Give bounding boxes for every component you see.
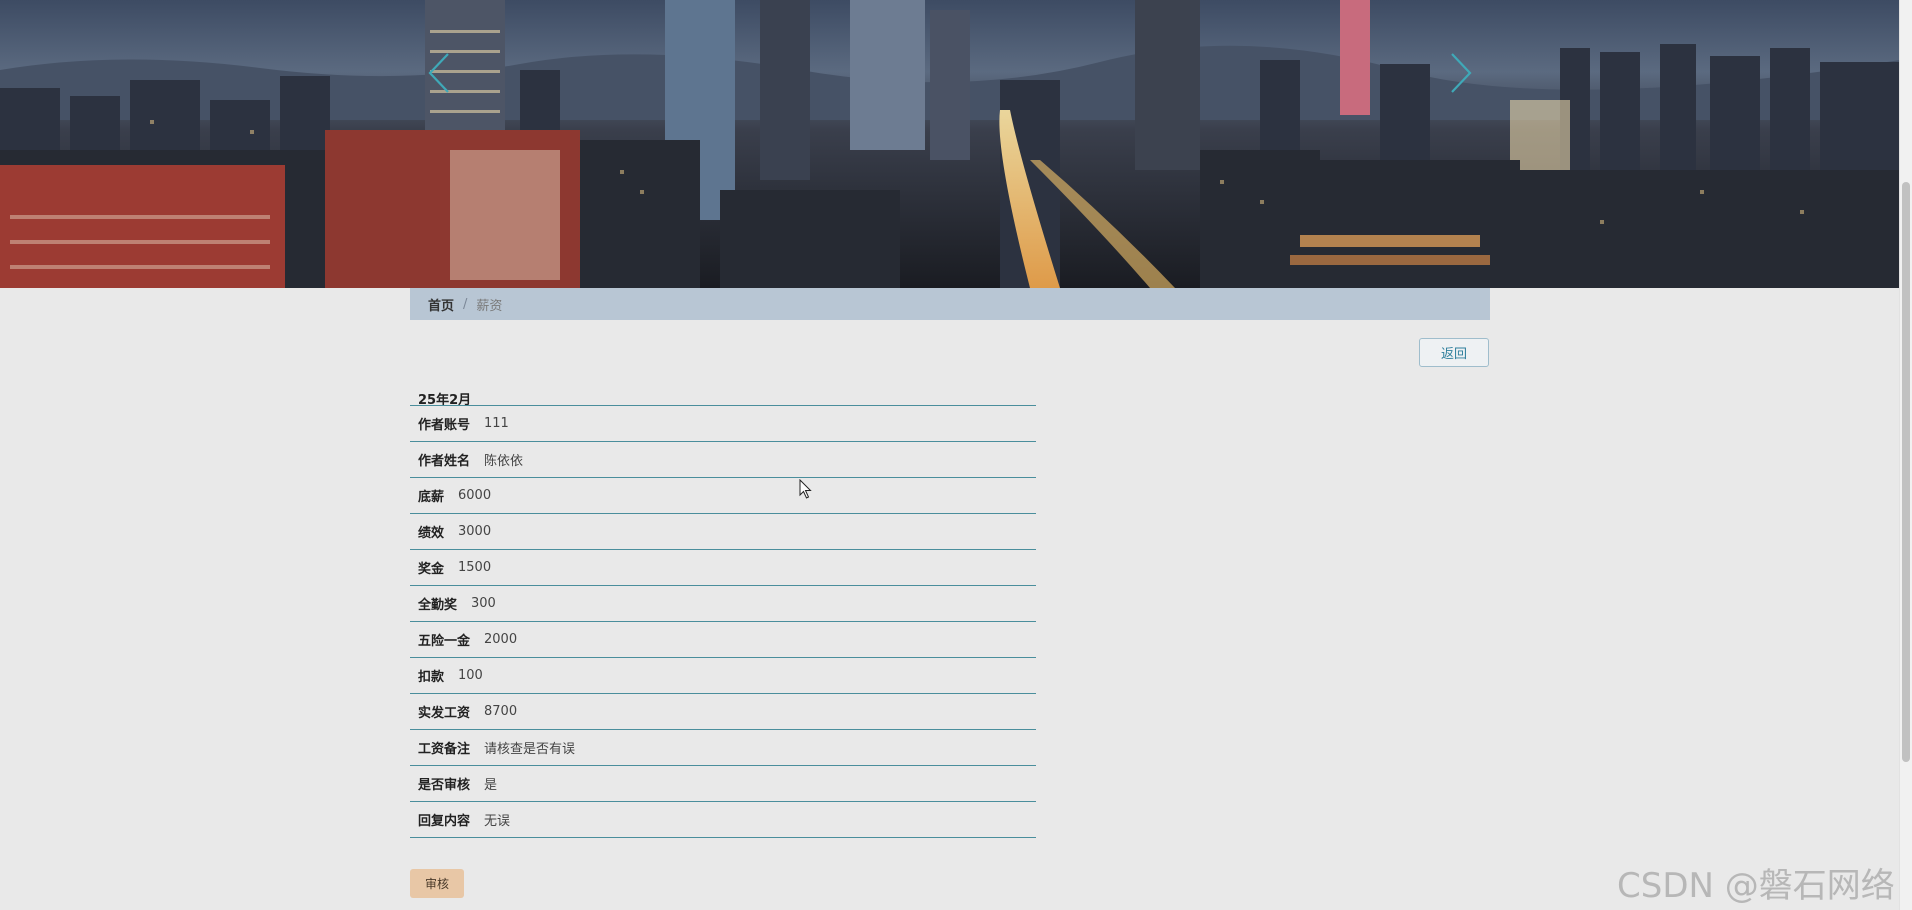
detail-value: 2000 (484, 632, 518, 647)
page: 首页 / 薪资 返回 25年2月 作者账号 111 作者姓名 陈依依 底薪 60… (0, 0, 1912, 910)
detail-row-performance: 绩效 3000 (410, 514, 1036, 550)
detail-row-base-salary: 底薪 6000 (410, 478, 1036, 514)
detail-label: 工资备注 (418, 742, 471, 757)
chevron-right-icon (1451, 53, 1472, 93)
detail-value: 300 (471, 596, 496, 611)
salary-detail-table: 作者账号 111 作者姓名 陈依依 底薪 6000 绩效 3000 奖金 150… (410, 405, 1036, 838)
breadcrumb-separator: / (463, 296, 468, 312)
detail-row-reply-content: 回复内容 无误 (410, 802, 1036, 838)
detail-label: 奖金 (418, 562, 445, 577)
detail-value: 8700 (484, 704, 518, 719)
detail-row-attendance-bonus: 全勤奖 300 (410, 586, 1036, 622)
detail-label: 是否审核 (418, 778, 471, 793)
detail-row-author-name: 作者姓名 陈依依 (410, 442, 1036, 478)
detail-label: 扣款 (418, 670, 445, 685)
mouse-pointer-icon (799, 479, 812, 499)
detail-value: 100 (458, 668, 483, 683)
detail-value: 陈依依 (484, 454, 524, 469)
detail-label: 实发工资 (418, 706, 471, 721)
breadcrumb: 首页 / 薪资 (410, 288, 1490, 320)
detail-row-social-insurance: 五险一金 2000 (410, 622, 1036, 658)
scrollbar-thumb[interactable] (1902, 182, 1910, 762)
carousel-next-button[interactable] (1440, 48, 1480, 98)
breadcrumb-home-link[interactable]: 首页 (428, 295, 454, 314)
carousel-prev-button[interactable] (420, 48, 460, 98)
detail-row-net-salary: 实发工资 8700 (410, 694, 1036, 730)
detail-value: 6000 (458, 488, 492, 503)
detail-value: 111 (484, 416, 509, 431)
chevron-left-icon (428, 53, 449, 93)
vertical-scrollbar[interactable] (1899, 0, 1912, 910)
detail-label: 全勤奖 (418, 598, 458, 613)
back-button[interactable]: 返回 (1419, 338, 1489, 367)
detail-value: 无误 (484, 814, 511, 829)
banner-carousel (0, 0, 1900, 288)
detail-row-deduction: 扣款 100 (410, 658, 1036, 694)
detail-label: 回复内容 (418, 814, 471, 829)
city-skyline-image (0, 0, 1900, 288)
detail-label: 绩效 (418, 526, 445, 541)
review-button[interactable]: 审核 (410, 869, 464, 898)
detail-label: 作者姓名 (418, 454, 471, 469)
detail-row-bonus: 奖金 1500 (410, 550, 1036, 586)
detail-value: 1500 (458, 560, 492, 575)
detail-value: 是 (484, 778, 498, 793)
detail-value: 3000 (458, 524, 492, 539)
detail-row-review-status: 是否审核 是 (410, 766, 1036, 802)
detail-label: 作者账号 (418, 418, 471, 433)
breadcrumb-current: 薪资 (476, 298, 503, 314)
detail-label: 五险一金 (418, 634, 471, 649)
detail-row-author-account: 作者账号 111 (410, 406, 1036, 442)
csdn-watermark: CSDN @磐石网络 (1617, 866, 1895, 906)
detail-row-salary-note: 工资备注 请核查是否有误 (410, 730, 1036, 766)
detail-value: 请核查是否有误 (484, 742, 576, 757)
detail-label: 底薪 (418, 490, 445, 505)
